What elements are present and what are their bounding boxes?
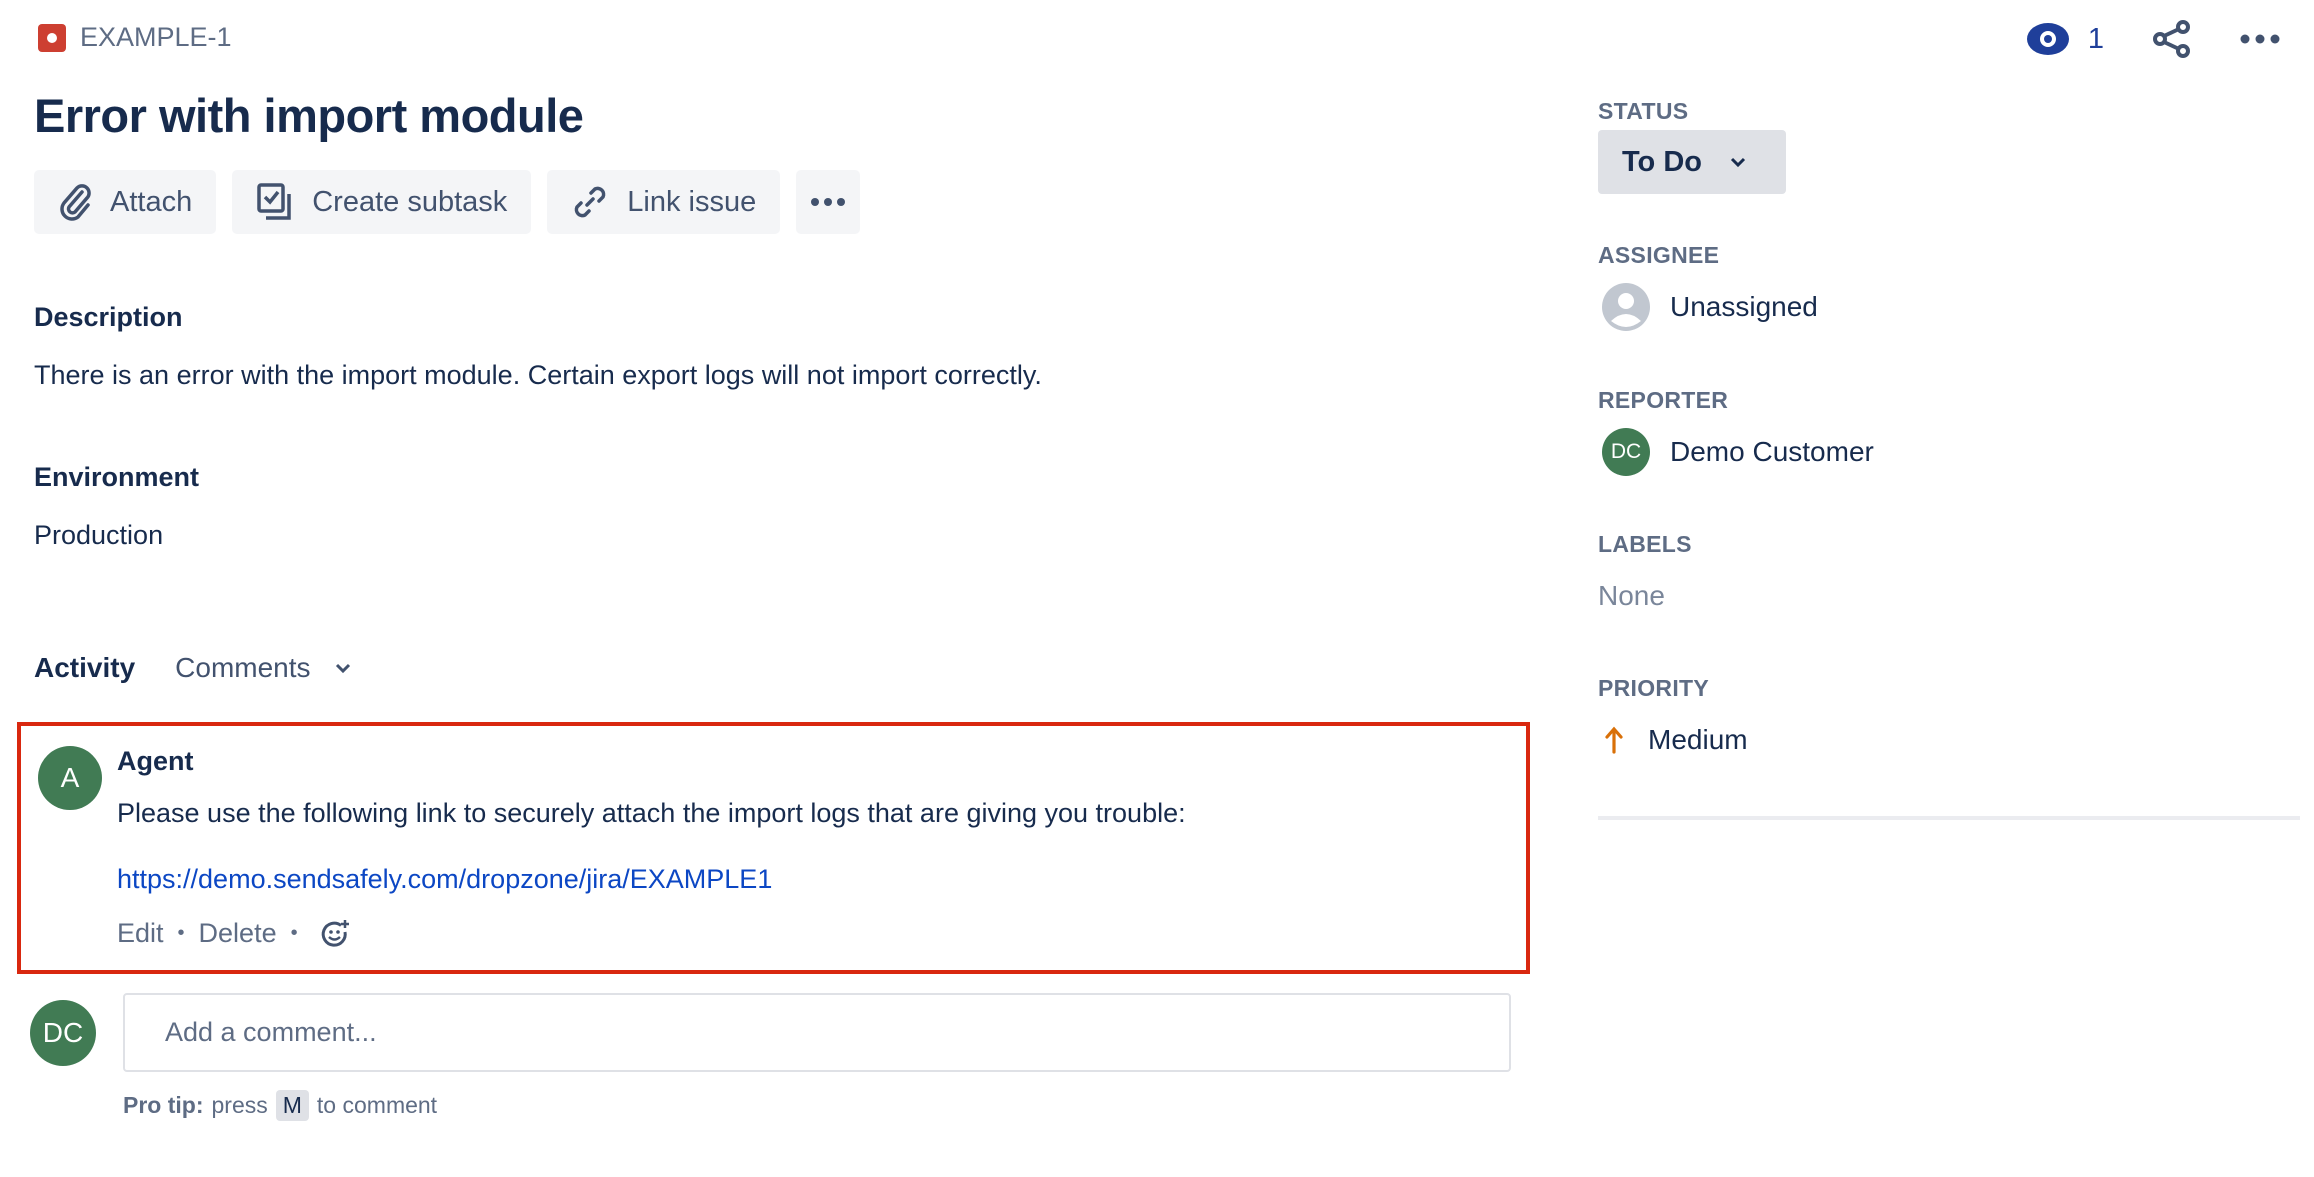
- shortcut-key: M: [275, 1090, 309, 1121]
- comment-text: Please use the following link to securel…: [117, 798, 1186, 828]
- comment-item: A Agent Please use the following link to…: [17, 722, 1530, 974]
- status-value: To Do: [1622, 145, 1702, 178]
- bug-icon: [38, 23, 66, 52]
- issue-key-breadcrumb[interactable]: EXAMPLE-1: [38, 22, 232, 53]
- toolbar-more-button[interactable]: [796, 170, 861, 234]
- labels-value[interactable]: None: [1598, 580, 1665, 612]
- edit-comment-button[interactable]: Edit: [117, 918, 164, 949]
- labels-label: LABELS: [1598, 531, 1692, 557]
- more-actions-button[interactable]: [2240, 33, 2280, 45]
- arrow-up-icon: [1605, 726, 1623, 754]
- default-avatar-icon: [1602, 283, 1650, 331]
- add-comment-input[interactable]: [123, 993, 1511, 1072]
- emoji-add-icon: [321, 919, 349, 947]
- delete-comment-button[interactable]: Delete: [199, 918, 277, 949]
- share-icon: [2153, 20, 2190, 58]
- activity-heading: Activity: [34, 652, 136, 683]
- priority-field[interactable]: Medium: [1604, 724, 1748, 756]
- chevron-down-icon: [335, 663, 350, 674]
- dropzone-link[interactable]: https://demo.sendsafely.com/dropzone/jir…: [117, 864, 772, 895]
- separator-dot: •: [177, 922, 185, 944]
- assignee-value: Unassigned: [1670, 291, 1818, 322]
- create-subtask-label: Create subtask: [312, 185, 508, 218]
- status-label: STATUS: [1598, 98, 1689, 124]
- comment-author[interactable]: Agent: [117, 746, 194, 777]
- reporter-field[interactable]: DC Demo Customer: [1602, 428, 1874, 476]
- link-issue-label: Link issue: [627, 185, 757, 218]
- pro-tip: Pro tip: press M to comment: [123, 1090, 437, 1121]
- share-button[interactable]: [2152, 19, 2192, 59]
- issue-title[interactable]: Error with import module: [34, 88, 584, 143]
- create-subtask-button[interactable]: Create subtask: [232, 170, 532, 234]
- issue-key[interactable]: EXAMPLE-1: [80, 22, 232, 53]
- watch-count: 1: [2087, 22, 2104, 55]
- pro-tip-label: Pro tip:: [123, 1092, 204, 1118]
- more-horizontal-icon: [811, 198, 846, 206]
- sidebar-divider: [1598, 816, 2300, 820]
- environment-heading: Environment: [34, 462, 200, 492]
- issue-actions: 1: [2026, 14, 2280, 64]
- link-issue-button[interactable]: Link issue: [547, 170, 781, 234]
- description-text[interactable]: There is an error with the import module…: [34, 360, 1042, 391]
- activity-filter-dropdown[interactable]: Comments: [175, 652, 350, 684]
- eye-icon: [2026, 23, 2069, 55]
- reporter-value: Demo Customer: [1670, 436, 1874, 467]
- activity-header: Activity Comments: [34, 652, 351, 684]
- issue-toolbar: Attach Create subtask Link issue: [34, 170, 861, 234]
- separator-dot: •: [290, 922, 298, 944]
- assignee-field[interactable]: Unassigned: [1602, 283, 1818, 331]
- watch-button[interactable]: 1: [2026, 22, 2104, 56]
- pro-tip-after: to comment: [316, 1092, 438, 1118]
- environment-text[interactable]: Production: [34, 520, 163, 551]
- reporter-avatar: DC: [1602, 428, 1650, 476]
- comment-actions: Edit • Delete •: [117, 918, 350, 949]
- add-reaction-button[interactable]: [320, 919, 350, 949]
- paperclip-icon: [60, 184, 91, 221]
- subtask-icon: [257, 183, 291, 220]
- status-dropdown[interactable]: To Do: [1598, 130, 1786, 194]
- current-user-avatar: DC: [30, 1000, 96, 1066]
- priority-label: PRIORITY: [1598, 675, 1710, 701]
- attach-button[interactable]: Attach: [34, 170, 217, 234]
- reporter-label: REPORTER: [1598, 387, 1729, 413]
- activity-filter-label: Comments: [175, 652, 311, 683]
- chevron-down-icon: [1730, 157, 1746, 168]
- more-horizontal-icon: [2240, 34, 2280, 44]
- assignee-label: ASSIGNEE: [1598, 242, 1720, 268]
- pro-tip-press: press: [211, 1092, 268, 1118]
- attach-label: Attach: [110, 185, 193, 218]
- description-heading: Description: [34, 302, 183, 332]
- link-icon: [574, 186, 606, 218]
- comment-author-avatar[interactable]: A: [38, 746, 102, 810]
- priority-value: Medium: [1648, 724, 1748, 755]
